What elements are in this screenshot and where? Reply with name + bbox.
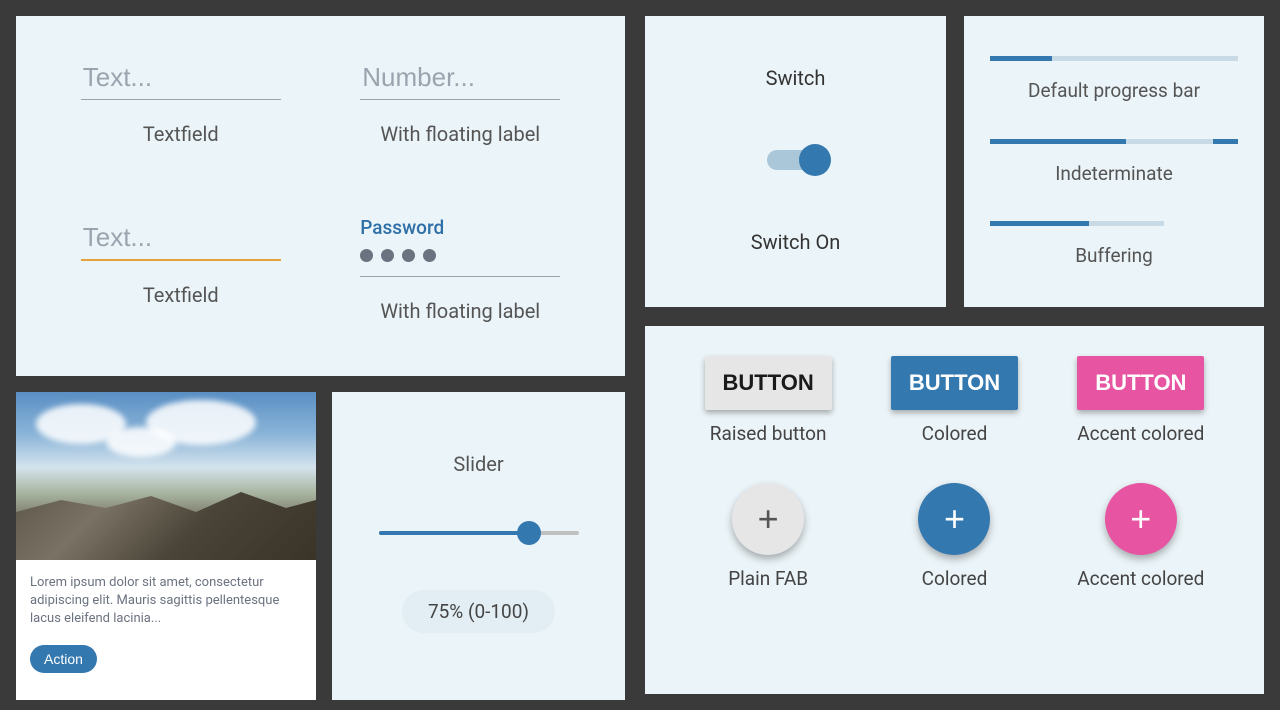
- text-input-1-caption: Textfield: [143, 122, 219, 146]
- password-input[interactable]: [360, 249, 560, 277]
- fab-colored-caption: Colored: [862, 567, 1046, 590]
- switch-thumb[interactable]: [799, 144, 831, 176]
- raised-button-colored[interactable]: BUTTON: [891, 356, 1018, 410]
- raised-button-plain-caption: Raised button: [676, 422, 860, 445]
- slider[interactable]: [379, 531, 579, 535]
- plus-icon: +: [1130, 501, 1151, 537]
- fab-accent-caption: Accent colored: [1049, 567, 1233, 590]
- card-panel: Lorem ipsum dolor sit amet, consectetur …: [16, 392, 316, 700]
- raised-button-plain[interactable]: BUTTON: [705, 356, 832, 410]
- card-action-button[interactable]: Action: [30, 645, 97, 673]
- switch-title: Switch: [766, 66, 826, 90]
- progress-default: [990, 56, 1238, 61]
- slider-title: Slider: [453, 452, 503, 476]
- progress-buffering: [990, 221, 1238, 226]
- number-input-caption: With floating label: [380, 122, 540, 146]
- text-input-2[interactable]: [81, 216, 281, 261]
- raised-button-accent[interactable]: BUTTON: [1077, 356, 1204, 410]
- card-text: Lorem ipsum dolor sit amet, consectetur …: [30, 574, 302, 629]
- progress-indeterminate-caption: Indeterminate: [1055, 162, 1173, 185]
- plus-icon: +: [944, 501, 965, 537]
- raised-button-accent-caption: Accent colored: [1049, 422, 1233, 445]
- raised-button-colored-caption: Colored: [862, 422, 1046, 445]
- slider-readout: 75% (0-100): [402, 590, 555, 633]
- fab-accent[interactable]: +: [1105, 483, 1177, 555]
- plus-icon: +: [758, 501, 779, 537]
- textfields-panel: Textfield With floating label Textfield …: [16, 16, 625, 376]
- card-image: [16, 392, 316, 560]
- switch-on-label: Switch On: [751, 230, 841, 254]
- switch-toggle[interactable]: [767, 150, 825, 170]
- switch-panel: Switch Switch On: [645, 16, 946, 307]
- text-input-2-caption: Textfield: [143, 283, 219, 307]
- progress-panel: Default progress bar Indeterminate Buffe…: [964, 16, 1264, 307]
- slider-thumb[interactable]: [517, 521, 541, 545]
- password-label: Password: [360, 216, 560, 239]
- buttons-panel: BUTTON BUTTON BUTTON Raised button Color…: [645, 326, 1264, 694]
- number-input[interactable]: [360, 56, 560, 100]
- password-caption: With floating label: [380, 299, 540, 323]
- text-input-1[interactable]: [81, 56, 281, 100]
- fab-plain-caption: Plain FAB: [676, 567, 860, 590]
- progress-indeterminate: [990, 139, 1238, 144]
- progress-default-caption: Default progress bar: [1028, 79, 1200, 102]
- fab-plain[interactable]: +: [732, 483, 804, 555]
- progress-buffering-caption: Buffering: [1075, 244, 1153, 267]
- fab-colored[interactable]: +: [918, 483, 990, 555]
- slider-panel: Slider 75% (0-100): [332, 392, 625, 700]
